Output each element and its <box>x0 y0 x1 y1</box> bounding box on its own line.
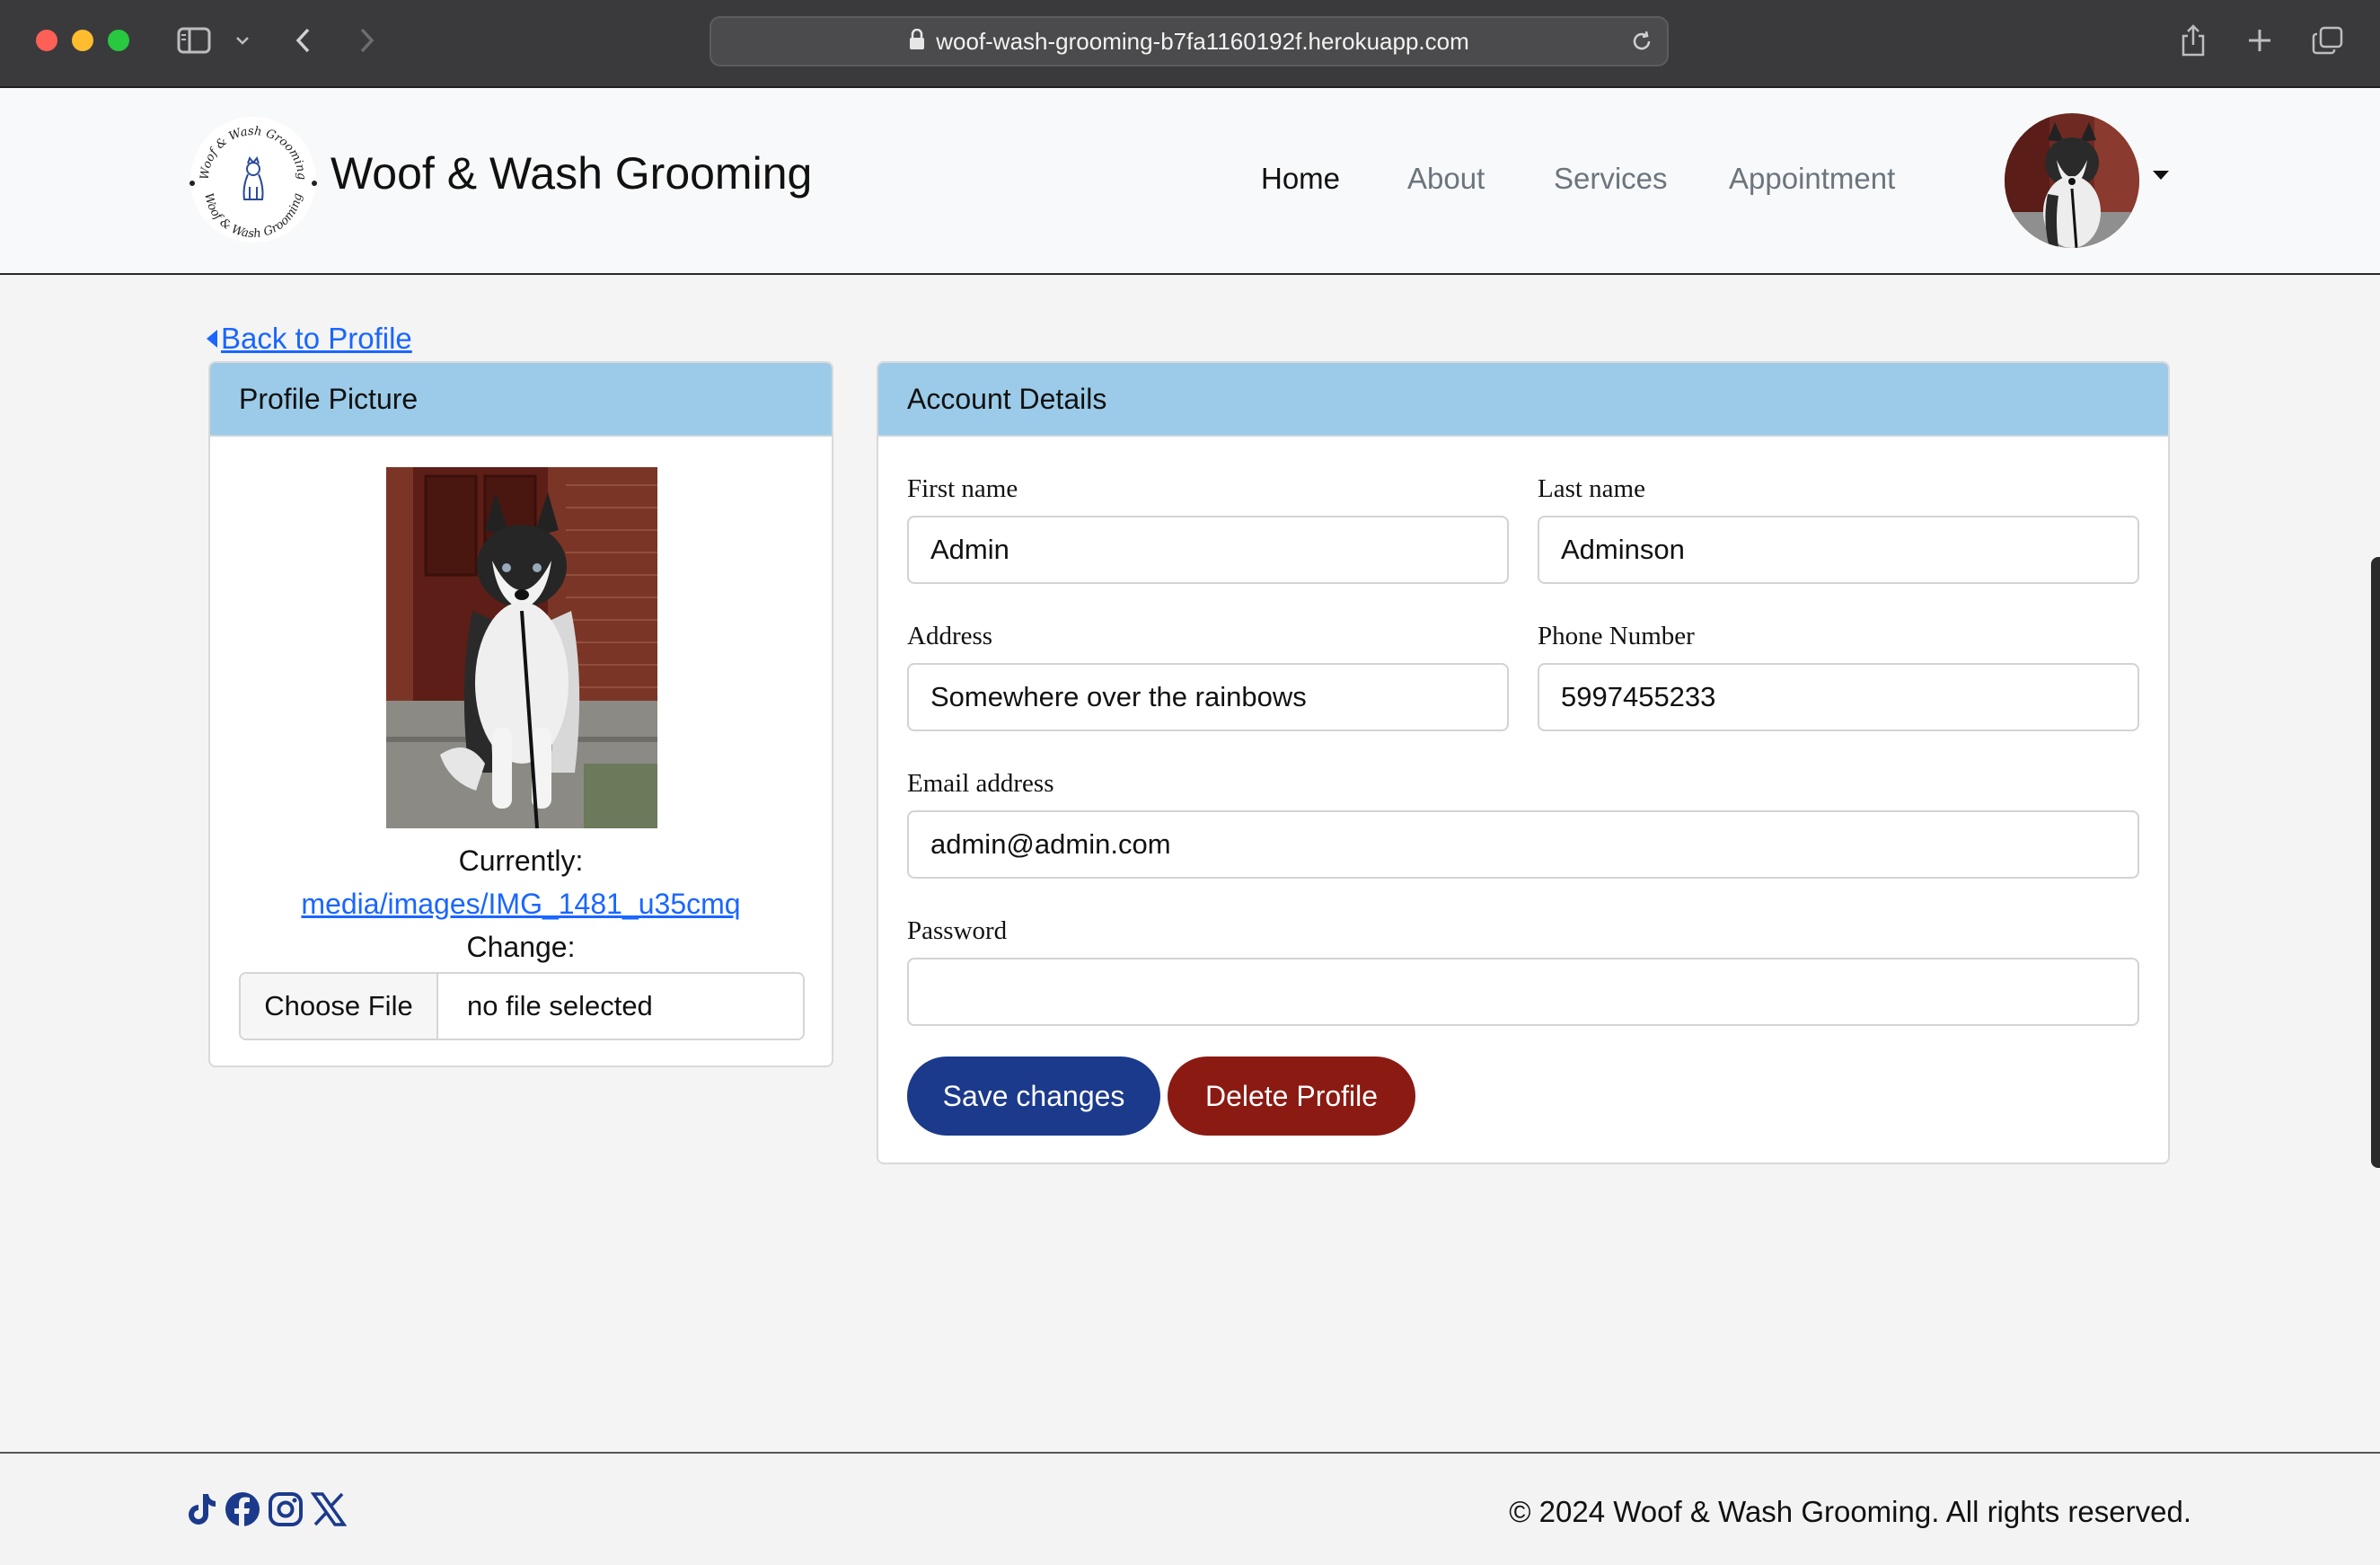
profile-image-file-input[interactable]: Choose File no file selected <box>239 972 805 1040</box>
back-to-profile-link[interactable]: Back to Profile <box>207 322 412 356</box>
email-label: Email address <box>907 769 1054 798</box>
chevron-down-icon[interactable] <box>232 20 253 61</box>
reload-icon[interactable] <box>1629 29 1654 58</box>
caret-left-icon <box>207 330 217 348</box>
save-changes-button[interactable]: Save changes <box>907 1057 1160 1136</box>
x-icon[interactable] <box>310 1491 348 1527</box>
password-input[interactable] <box>907 958 2139 1026</box>
nav-link-services[interactable]: Services <box>1554 162 1668 196</box>
forward-arrow-icon[interactable] <box>354 20 381 61</box>
phone-number-label: Phone Number <box>1538 622 1695 650</box>
first-name-label: First name <box>907 474 1018 503</box>
last-name-input[interactable] <box>1538 516 2139 584</box>
profile-picture-card: Profile Picture Currently: media/images/… <box>208 361 833 1067</box>
password-label: Password <box>907 916 1008 945</box>
phone-number-input[interactable] <box>1538 663 2139 731</box>
back-to-profile-label: Back to Profile <box>221 322 412 355</box>
url-text: woof-wash-grooming-b7fa1160192f.herokuap… <box>936 27 1469 55</box>
change-label: Change: <box>466 931 576 963</box>
choose-file-button[interactable]: Choose File <box>241 974 438 1039</box>
delete-profile-button[interactable]: Delete Profile <box>1168 1057 1415 1136</box>
site-navbar: Woof & Wash Grooming Woof & Wash Groomin… <box>0 88 2380 275</box>
nav-link-home[interactable]: Home <box>1261 162 1340 196</box>
first-name-input[interactable] <box>907 516 1509 584</box>
tiktok-icon[interactable] <box>183 1491 219 1527</box>
last-name-label: Last name <box>1538 474 1645 503</box>
share-icon[interactable] <box>2177 20 2209 61</box>
sidebar-toggle-icon[interactable] <box>174 20 214 61</box>
copyright-text: © 2024 Woof & Wash Grooming. All rights … <box>1509 1495 2191 1528</box>
instagram-icon[interactable] <box>268 1491 304 1527</box>
address-input[interactable] <box>907 663 1509 731</box>
account-details-header: Account Details <box>878 363 2168 437</box>
profile-picture-header: Profile Picture <box>210 363 832 437</box>
browser-toolbar: woof-wash-grooming-b7fa1160192f.herokuap… <box>0 0 2380 88</box>
tab-overview-icon[interactable] <box>2310 20 2346 61</box>
facebook-icon[interactable] <box>225 1491 260 1527</box>
nav-link-about[interactable]: About <box>1407 162 1485 196</box>
user-menu-caret-icon[interactable] <box>2153 171 2169 180</box>
email-input[interactable] <box>907 810 2139 879</box>
minimize-window-button[interactable] <box>72 30 93 51</box>
current-image-link[interactable]: media/images/IMG_1481_u35cmq <box>210 888 832 921</box>
new-tab-icon[interactable] <box>2243 20 2276 61</box>
brand-title[interactable]: Woof & Wash Grooming <box>331 147 812 199</box>
nav-link-appointment[interactable]: Appointment <box>1729 162 1895 196</box>
site-footer: © 2024 Woof & Wash Grooming. All rights … <box>0 1452 2380 1565</box>
close-window-button[interactable] <box>36 30 57 51</box>
address-bar[interactable]: woof-wash-grooming-b7fa1160192f.herokuap… <box>710 16 1669 66</box>
address-label: Address <box>907 622 993 650</box>
file-status-text: no file selected <box>467 990 653 1021</box>
lock-icon <box>909 28 925 55</box>
profile-photo <box>386 467 657 828</box>
scroll-edge-shadow <box>2371 557 2380 1168</box>
zoom-window-button[interactable] <box>108 30 129 51</box>
currently-label: Currently: <box>458 844 584 877</box>
back-arrow-icon[interactable] <box>289 20 316 61</box>
user-avatar[interactable] <box>2005 113 2139 248</box>
brand-logo[interactable]: Woof & Wash Grooming Woof & Wash Groomin… <box>185 111 322 248</box>
account-details-card: Account Details First name Last name Add… <box>877 361 2170 1164</box>
